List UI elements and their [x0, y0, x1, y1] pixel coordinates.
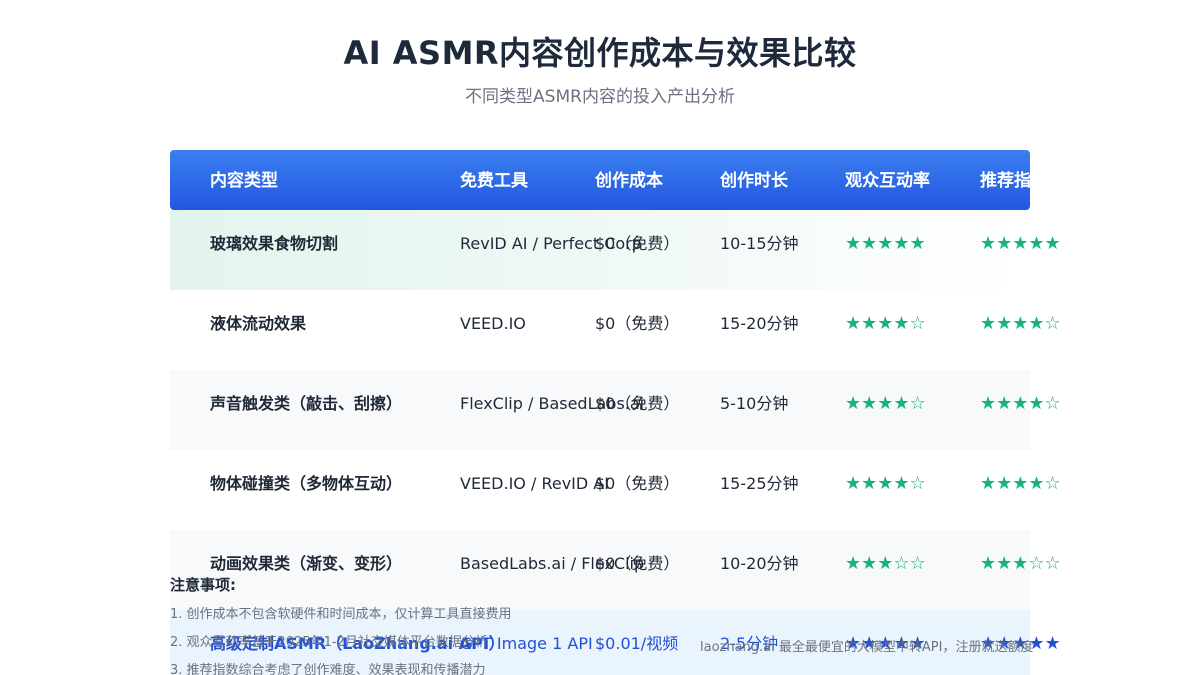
footer-promo: laozhang.ai 最全最便宜的大模型中转API，注册就送额度 — [700, 640, 1034, 655]
table-header: 内容类型 免费工具 创作成本 创作时长 观众互动率 推荐指数 — [170, 150, 1030, 210]
cell-rating: ★★★★★ — [980, 233, 1061, 254]
cell-type: 液体流动效果 — [210, 314, 307, 333]
cell-engagement: ★★★★☆ — [845, 313, 926, 334]
note-item: 3. 推荐指数综合考虑了创作难度、效果表现和传播潜力 — [170, 663, 486, 675]
column-header-cost: 创作成本 — [595, 171, 663, 191]
cell-cost: $0（免费） — [595, 474, 680, 493]
cell-tool: VEED.IO / RevID AI — [460, 474, 609, 493]
note-item: 1. 创作成本不包含软硬件和时间成本，仅计算工具直接费用 — [170, 607, 512, 622]
page-title: AI ASMR内容创作成本与效果比较 — [343, 34, 857, 72]
notes-section: 注意事项: 1. 创作成本不包含软硬件和时间成本，仅计算工具直接费用 2. 观众… — [170, 574, 970, 675]
notes-title: 注意事项: — [170, 576, 236, 594]
cell-rating: ★★★★☆ — [980, 393, 1061, 414]
cell-duration: 10-15分钟 — [720, 234, 799, 253]
cell-rating: ★★★☆☆ — [980, 553, 1061, 574]
page: AI ASMR内容创作成本与效果比较 不同类型ASMR内容的投入产出分析 内容类… — [0, 0, 1200, 675]
table-row: 玻璃效果食物切割 RevID AI / Perfect Corp $0（免费） … — [170, 210, 1061, 290]
cell-tool: VEED.IO — [460, 314, 526, 333]
cell-duration: 15-20分钟 — [720, 314, 799, 333]
cell-duration: 5-10分钟 — [720, 394, 789, 413]
cell-cost: $0（免费） — [595, 394, 680, 413]
cell-cost: $0（免费） — [595, 314, 680, 333]
column-header-rating: 推荐指数 — [980, 171, 1030, 191]
cell-type: 声音触发类（敲击、刮擦） — [210, 394, 403, 413]
table-row: 声音触发类（敲击、刮擦） FlexClip / BasedLabs.ai $0（… — [170, 370, 1061, 450]
cell-cost: $0（免费） — [595, 234, 680, 253]
cell-duration: 15-25分钟 — [720, 474, 799, 493]
cell-rating: ★★★★☆ — [980, 473, 1061, 494]
table-row: 液体流动效果 VEED.IO $0（免费） 15-20分钟 ★★★★☆ ★★★★… — [170, 290, 1061, 370]
column-header-duration: 创作时长 — [720, 171, 788, 191]
cell-type: 物体碰撞类（多物体互动） — [210, 474, 403, 493]
cell-type: 玻璃效果食物切割 — [210, 234, 339, 253]
column-header-tool: 免费工具 — [460, 171, 528, 191]
column-header-type: 内容类型 — [210, 171, 278, 191]
cell-rating: ★★★★☆ — [980, 313, 1061, 334]
table-row: 物体碰撞类（多物体互动） VEED.IO / RevID AI $0（免费） 1… — [170, 450, 1061, 530]
cell-engagement: ★★★★☆ — [845, 393, 926, 414]
column-header-engagement: 观众互动率 — [845, 171, 930, 191]
cell-engagement: ★★★★☆ — [845, 473, 926, 494]
cell-engagement: ★★★★★ — [845, 233, 926, 254]
page-subtitle: 不同类型ASMR内容的投入产出分析 — [465, 87, 735, 107]
